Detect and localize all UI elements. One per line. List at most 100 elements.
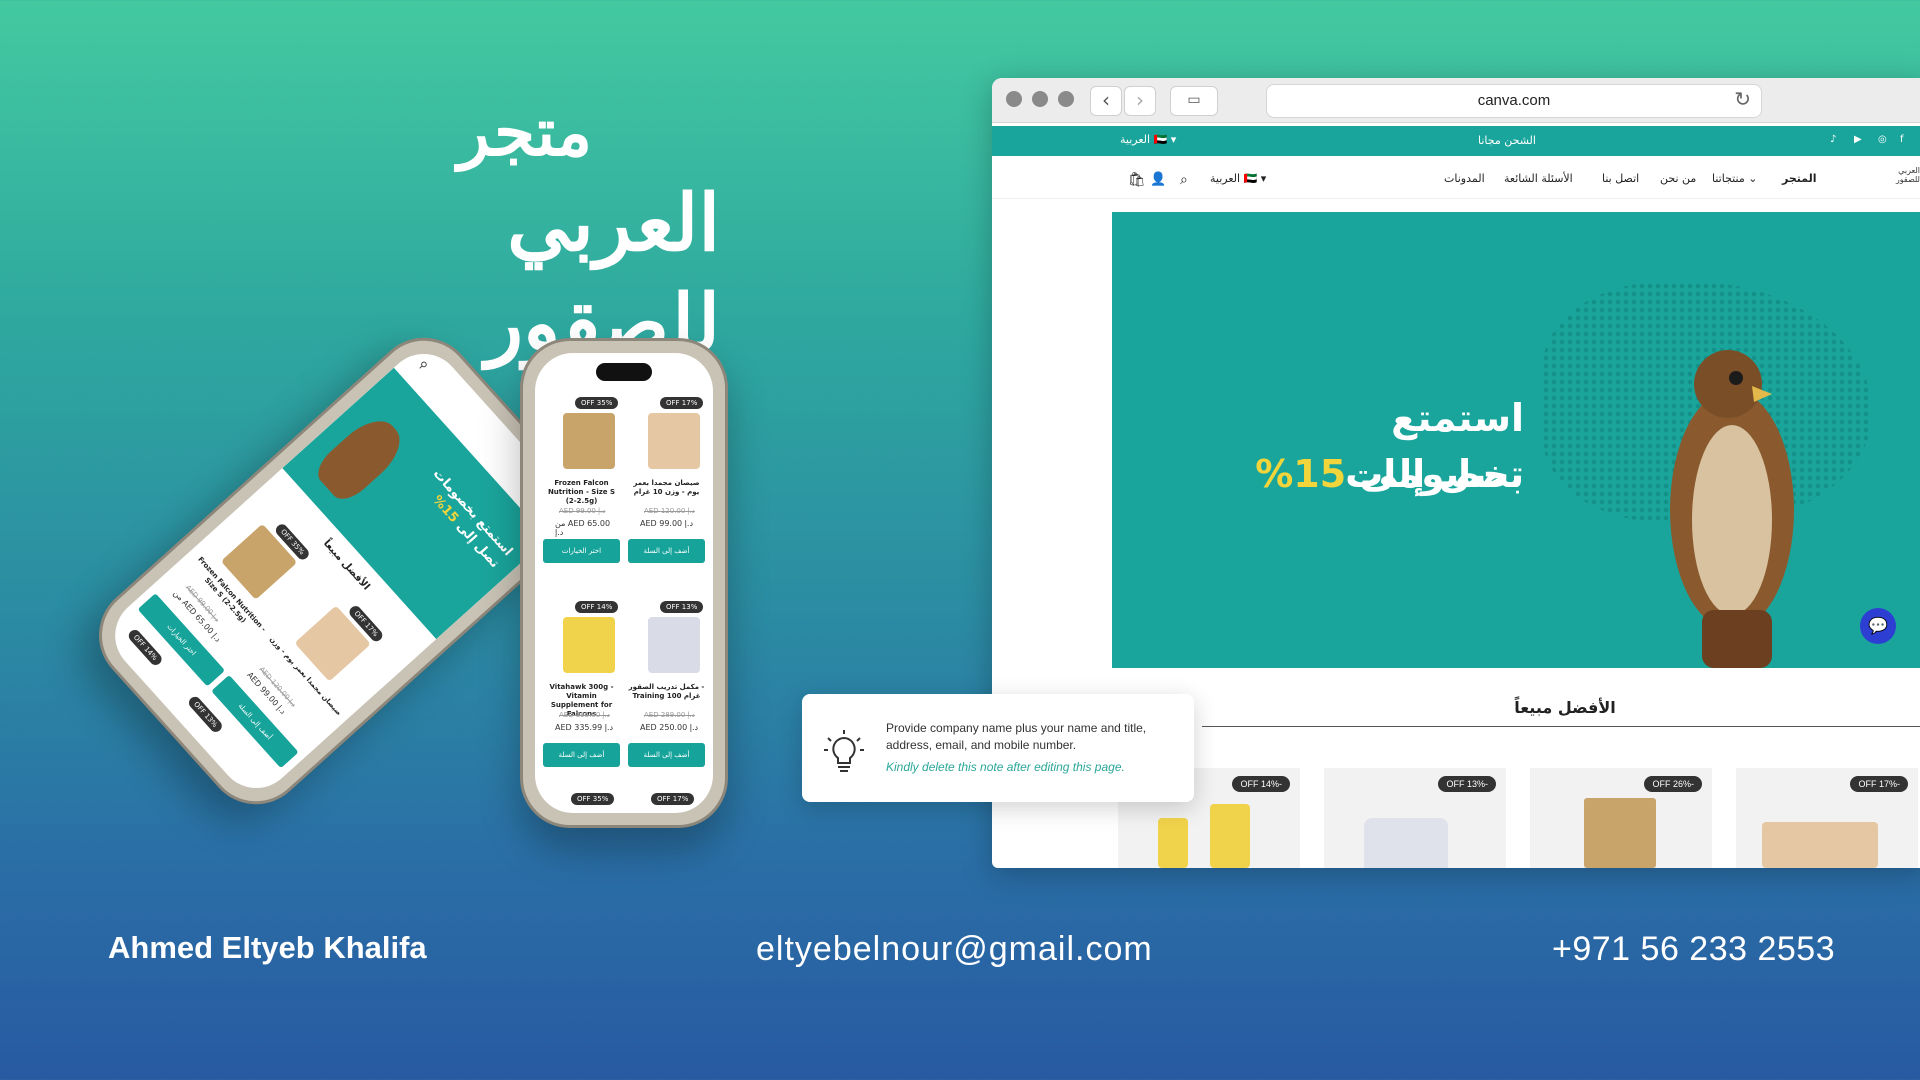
reload-icon[interactable]: ↻ (1734, 87, 1751, 111)
chat-bubble-icon[interactable]: 💬 (1860, 608, 1896, 644)
nav-store[interactable]: المتجر (1782, 172, 1817, 185)
back-arrow-icon[interactable]: ‹ (1090, 86, 1122, 116)
product-card[interactable]: OFF 13% مكمل تدريب الصقور - Training 100… (628, 597, 705, 793)
discount-badge: OFF 35% (571, 793, 615, 805)
discount-badge: OFF 13% (660, 601, 704, 613)
youtube-icon[interactable]: ▶ (1854, 134, 1862, 145)
best-sellers-heading: الأفضل مبيعاً (1514, 698, 1616, 717)
phone-mockup-upright: OFF 35% Frozen Falcon Nutrition - Size S… (520, 338, 728, 828)
best-sellers-divider (1202, 726, 1920, 727)
product-card[interactable]: OFF 17% صيصان مجمدا بعمر يوم - وزن 10 غر… (628, 393, 705, 589)
price: AED د.إ 99.00 (640, 519, 694, 528)
note-hint: Kindly delete this note after editing th… (886, 760, 1125, 774)
contact-phone[interactable]: +971 56 233 2553 (1552, 930, 1835, 969)
note-text: Provide company name plus your name and … (886, 721, 1147, 752)
discount-badge: OFF 14% (575, 601, 619, 613)
nav-about[interactable]: من نحن (1660, 172, 1696, 185)
choose-options-button[interactable]: اختر الخيارات (543, 539, 620, 563)
nav-contact[interactable]: اتصل بنا (1602, 172, 1639, 185)
product-card[interactable]: OFF 13%- (1324, 768, 1506, 868)
product-image (1158, 818, 1188, 868)
site-navigation: 🛍 👤 ⌕ ▾ 🇦🇪 العربية المدونات الأسئلة الشا… (992, 158, 1920, 199)
hero-line2-text: تصل إلى (1359, 452, 1524, 496)
edit-note-card: Provide company name plus your name and … (802, 694, 1194, 802)
hero-banner[interactable]: استمتع بخصومات تصل إلى 15% (1112, 212, 1920, 668)
discount-badge: OFF 26%- (1644, 776, 1702, 792)
discount-badge: OFF 17% (651, 793, 695, 805)
add-to-cart-button[interactable]: أضف إلى السلة (628, 743, 705, 767)
contact-email[interactable]: eltyebelnour@gmail.com (756, 930, 1153, 969)
nav-language-label: العربية (1210, 172, 1241, 185)
price: من AED 65.00 د.إ (555, 519, 611, 537)
search-icon[interactable]: ⌕ (1180, 172, 1188, 188)
close-window-button[interactable] (1006, 91, 1022, 107)
lightbulb-icon (824, 730, 864, 772)
product-card[interactable]: OFF 26%- (1530, 768, 1712, 868)
nav-products[interactable]: ⌄ منتجاتنا (1712, 172, 1757, 185)
add-to-cart-button[interactable]: أضف إلى السلة (628, 539, 705, 563)
logo-text-1: العربي (1898, 166, 1920, 175)
browser-toolbar: ‹ › ▭ canva.com ↻ (992, 78, 1920, 123)
old-price: AED د.إ 289.00 (644, 711, 695, 719)
account-icon[interactable]: 👤 (1150, 172, 1166, 187)
old-price: AED د.إ 120.00 (644, 507, 695, 515)
product-image (1584, 798, 1656, 868)
falcon-image (310, 409, 411, 507)
best-sellers-products: OFF 14%- OFF 13%- OFF 26%- OFF 17%- (1118, 768, 1920, 868)
tiktok-icon[interactable]: ♪ (1830, 134, 1836, 145)
price: AED د.إ 335.99 (555, 723, 614, 732)
nav-blogs[interactable]: المدونات (1444, 172, 1485, 185)
search-icon[interactable]: ⚲ (416, 359, 429, 372)
falcon-image (1670, 350, 1794, 668)
nav-products-label: منتجاتنا (1712, 172, 1745, 185)
discount-badge: OFF 13%- (1438, 776, 1496, 792)
nav-faq[interactable]: الأسئلة الشائعة (1504, 172, 1573, 185)
contact-name: Ahmed Eltyeb Khalifa (108, 930, 427, 965)
language-label: العربية (1120, 133, 1151, 146)
free-shipping-text: الشحن مجانا (1478, 134, 1536, 147)
old-price: AED د.إ 99.00 (559, 507, 606, 515)
product-image (563, 413, 615, 469)
dynamic-island (596, 363, 652, 381)
product-card[interactable]: OFF 14% Vitahawk 300g - Vitamin Suppleme… (543, 597, 620, 793)
minimize-window-button[interactable] (1032, 91, 1048, 107)
old-price: AED د.إ 395.00 (559, 711, 610, 719)
phone1-screen: ☰ ⚲ استمتع بخصومات تصل إلى 15% الأفضل مب… (99, 338, 581, 804)
brand-logo[interactable]: العربي للصقور (1864, 166, 1920, 192)
language-selector[interactable]: ▾ 🇦🇪 العربية (1120, 133, 1176, 146)
headline: متجر العربي للصقور (250, 90, 720, 374)
product-card[interactable]: OFF 35% Frozen Falcon Nutrition - Size S… (543, 393, 620, 589)
url-text: canva.com (1477, 92, 1551, 109)
discount-badge: OFF 17% (660, 397, 704, 409)
zoom-window-button[interactable] (1058, 91, 1074, 107)
cart-icon[interactable]: 🛍 (1128, 172, 1146, 188)
add-to-cart-button[interactable]: أضف إلى السلة (543, 743, 620, 767)
price: AED د.إ 250.00 (640, 723, 699, 732)
discount-badge: OFF 35% (575, 397, 619, 409)
product-image (648, 413, 700, 469)
announcement-bar: ▾ 🇦🇪 العربية الشحن مجانا ♪ ▶ ◎ f (992, 126, 1920, 156)
address-bar[interactable]: canva.com ↻ (1266, 84, 1762, 118)
product-image (648, 617, 700, 673)
instagram-icon[interactable]: ◎ (1878, 134, 1887, 145)
hero-line2: تصل إلى 15% (1222, 446, 1524, 502)
product-title: مكمل تدريب الصقور - Training 100 غرام (628, 683, 705, 700)
product-image (1364, 818, 1448, 868)
discount-badge: OFF 14%- (1232, 776, 1290, 792)
product-title: صيصان مجمدا بعمر يوم - وزن 10 غرام (633, 479, 700, 496)
product-image (563, 617, 615, 673)
phone2-screen: OFF 35% Frozen Falcon Nutrition - Size S… (535, 353, 713, 813)
product-image (1762, 822, 1878, 868)
phone2-product-grid: OFF 35% Frozen Falcon Nutrition - Size S… (543, 393, 705, 793)
hero-discount-pct: 15% (1255, 452, 1347, 496)
product-image (1210, 804, 1250, 868)
facebook-icon[interactable]: f (1900, 134, 1904, 145)
discount-badge: OFF 17%- (1850, 776, 1908, 792)
headline-line1: متجر (457, 93, 592, 171)
product-title: Frozen Falcon Nutrition - Size S (2-2.5g… (547, 479, 616, 505)
forward-arrow-icon[interactable]: › (1124, 86, 1156, 116)
product-card[interactable]: OFF 17%- (1736, 768, 1918, 868)
logo-text-2: للصقور (1895, 175, 1920, 184)
sidebar-toggle-icon[interactable]: ▭ (1170, 86, 1218, 116)
nav-language-selector[interactable]: ▾ 🇦🇪 العربية (1210, 172, 1266, 185)
